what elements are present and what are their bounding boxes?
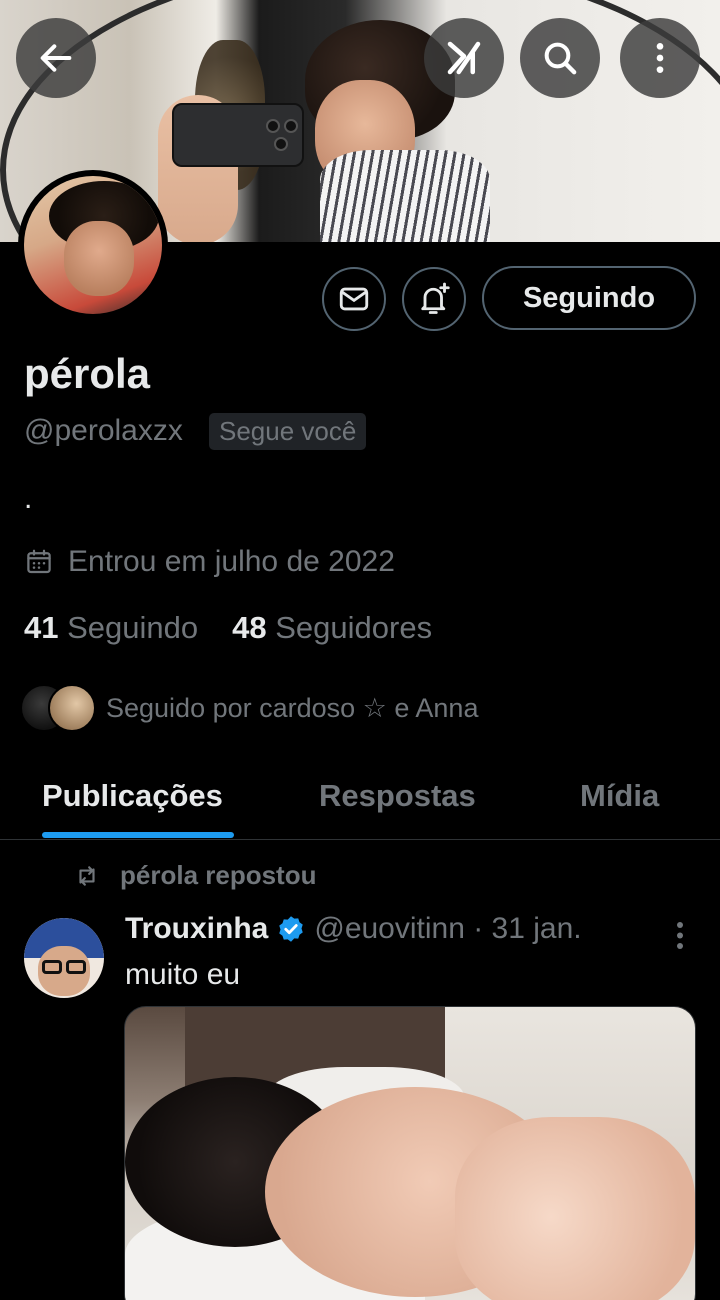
bell-plus-icon: [421, 282, 450, 314]
notifications-button[interactable]: [402, 267, 466, 331]
more-vertical-icon: [656, 43, 664, 73]
profile-name: pérola: [24, 350, 151, 397]
profile-tabs: Publicações Respostas Mídia: [0, 760, 720, 840]
followed-by-text: Seguido por cardoso ☆ e Anna: [106, 692, 479, 723]
followers-count-link[interactable]: 48 Seguidores: [232, 610, 432, 646]
more-options-button[interactable]: [620, 18, 700, 98]
mail-icon: [339, 287, 369, 311]
tab-midia[interactable]: Mídia: [580, 778, 659, 814]
post-author-avatar[interactable]: [24, 918, 104, 998]
calendar-icon: [27, 549, 51, 574]
post-author-name[interactable]: Trouxinha: [125, 912, 268, 946]
back-arrow-icon: [40, 44, 72, 72]
post-meta: @euovitinn · 31 jan.: [314, 912, 582, 945]
following-count-link[interactable]: 41 Seguindo: [24, 610, 198, 646]
grok-button[interactable]: [424, 18, 504, 98]
following-count: 41: [24, 610, 59, 645]
repost-label: pérola repostou: [120, 860, 317, 890]
profile-handle: @perolaxzx: [24, 414, 183, 447]
profile-bio: .: [24, 482, 33, 515]
back-button[interactable]: [16, 18, 96, 98]
following-label: Seguindo: [67, 610, 199, 645]
joined-text: Entrou em julho de 2022: [68, 545, 395, 578]
grok-icon: [447, 41, 481, 75]
followed-by-row[interactable]: Seguido por cardoso ☆ e Anna: [20, 684, 478, 732]
profile-avatar[interactable]: [18, 170, 168, 320]
post-text: muito eu: [125, 958, 241, 991]
tab-publicacoes[interactable]: Publicações: [42, 778, 223, 814]
post-more-button[interactable]: [668, 916, 692, 952]
post-media[interactable]: [124, 1006, 696, 1300]
message-button[interactable]: [322, 267, 386, 331]
followers-label: Seguidores: [275, 610, 433, 645]
following-button[interactable]: Seguindo: [482, 266, 696, 330]
joined-date: Entrou em julho de 2022: [24, 545, 395, 579]
tab-respostas[interactable]: Respostas: [319, 778, 476, 814]
verified-icon: [279, 916, 304, 942]
followers-count: 48: [232, 610, 267, 645]
active-tab-indicator: [42, 832, 234, 838]
follows-you-badge: Segue você: [209, 413, 367, 450]
repost-icon: [79, 865, 95, 886]
more-vertical-icon: [677, 922, 683, 949]
post-header: Trouxinha @euovitinn · 31 jan.: [125, 912, 582, 946]
search-button[interactable]: [520, 18, 600, 98]
follower-avatar-anna: [48, 684, 96, 732]
repost-context: pérola repostou: [72, 860, 316, 891]
search-icon: [544, 42, 577, 75]
follow-counts: 41 Seguindo 48 Seguidores: [24, 610, 432, 646]
